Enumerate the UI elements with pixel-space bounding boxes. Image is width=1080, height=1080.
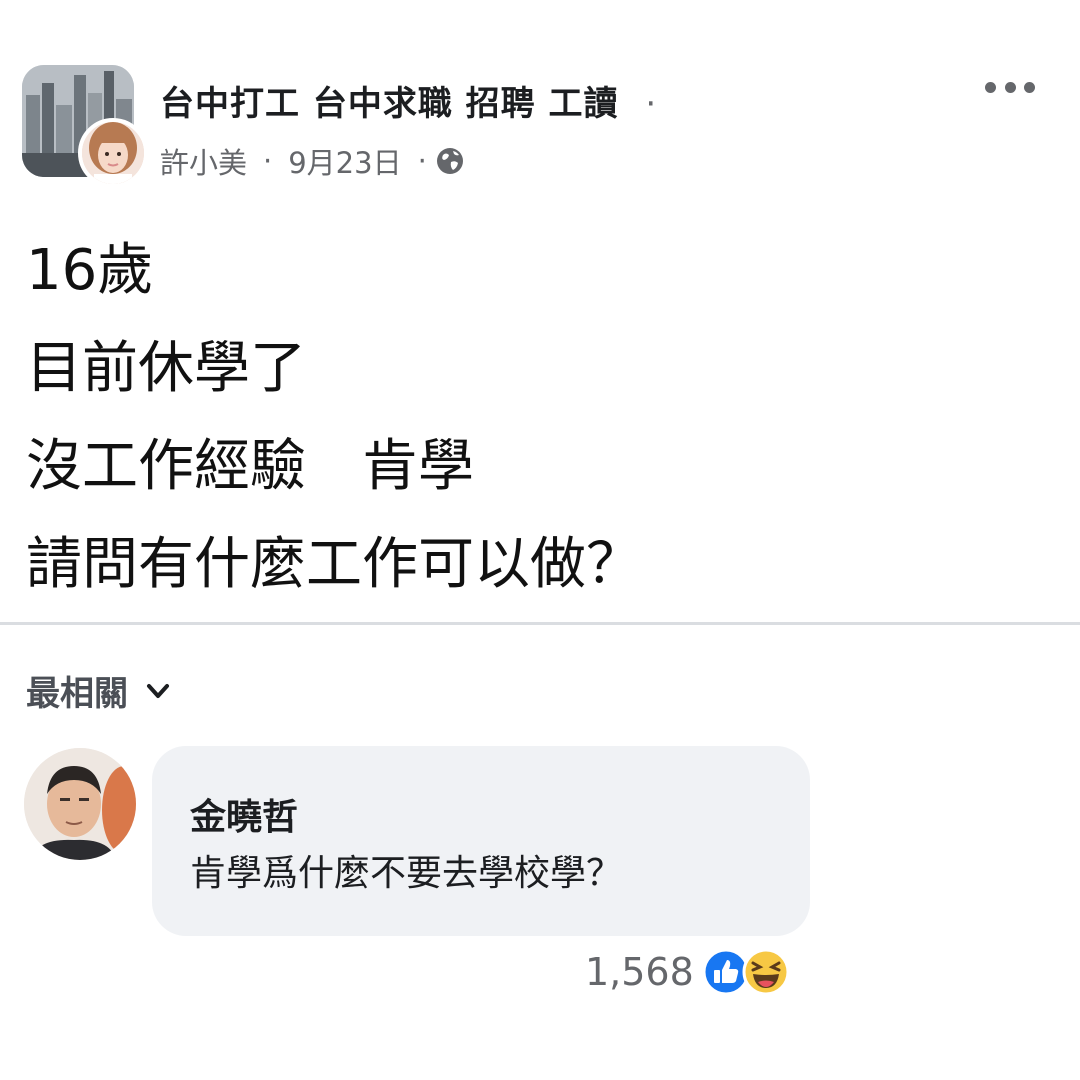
reaction-count: 1,568	[585, 950, 694, 994]
post-line: 請問有什麼工作可以做？	[26, 532, 642, 597]
post-line: 沒工作經驗 肯學	[26, 434, 474, 499]
comment-bubble: 金曉哲 肯學爲什麼不要去學校學？	[152, 746, 810, 936]
post-date[interactable]: 9月23日	[288, 140, 401, 182]
author-name-link[interactable]: 許小美	[160, 140, 247, 182]
haha-icon	[742, 948, 790, 996]
post-line: 16歲	[26, 238, 154, 303]
comment-author-link[interactable]: 金曉哲	[190, 788, 298, 840]
post-body: 16歲 目前休學了 沒工作經驗 肯學 請問有什麼工作可以做？	[26, 222, 642, 614]
sort-label: 最相關	[26, 674, 128, 714]
chevron-down-icon	[147, 683, 169, 698]
comment-reactions[interactable]: 1,568	[585, 944, 790, 1000]
globe-icon	[436, 148, 463, 174]
comment-sort-dropdown[interactable]: 最相關	[26, 666, 172, 715]
comment-text: 肯學爲什麼不要去學校學？	[190, 853, 623, 894]
more-options-icon[interactable]	[985, 72, 1035, 102]
author-avatar[interactable]	[78, 118, 148, 188]
title-separator: ·	[645, 84, 658, 124]
commenter-avatar[interactable]	[24, 748, 136, 860]
group-name-link[interactable]: 台中打工 台中求職 招聘 工讀	[160, 84, 619, 124]
post-meta: 許小美 · 9月23日 ·	[160, 140, 465, 182]
section-divider	[0, 622, 1080, 625]
meta-separator-2: ·	[417, 144, 427, 178]
meta-separator: ·	[263, 144, 273, 178]
post-line: 目前休學了	[26, 336, 306, 401]
